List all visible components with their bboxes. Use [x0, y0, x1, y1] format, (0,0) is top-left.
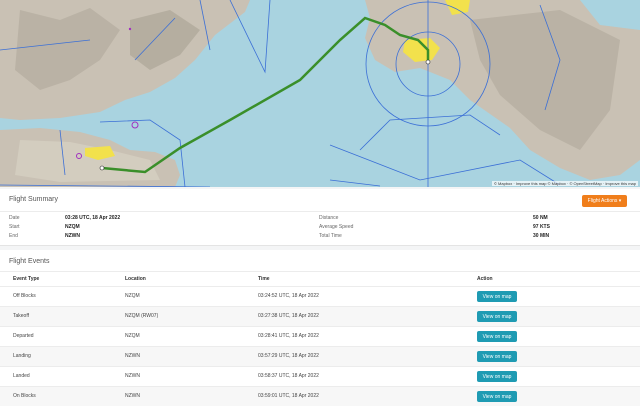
event-type: Off Blocks: [13, 293, 36, 299]
event-type: Landing: [13, 353, 31, 359]
flight-events-title: Flight Events: [9, 258, 50, 265]
summary-divider: [0, 211, 640, 212]
event-time: 03:59:01 UTC, 18 Apr 2022: [258, 393, 319, 399]
event-location: NZWN: [125, 373, 140, 379]
average-speed-label: Average Speed: [319, 224, 354, 230]
event-location: NZWN: [125, 353, 140, 359]
table-row: Departed NZQM 03:28:41 UTC, 18 Apr 2022 …: [0, 326, 640, 346]
event-type: Landed: [13, 373, 30, 379]
event-time: 03:27:38 UTC, 18 Apr 2022: [258, 313, 319, 319]
event-type: Departed: [13, 333, 34, 339]
flight-actions-button[interactable]: Flight Actions ▾: [582, 195, 627, 207]
view-on-map-button[interactable]: View on map: [477, 291, 517, 302]
event-time: 03:28:41 UTC, 18 Apr 2022: [258, 333, 319, 339]
event-type: Takeoff: [13, 313, 30, 319]
table-row: On Blocks NZWN 03:59:01 UTC, 18 Apr 2022…: [0, 386, 640, 406]
map-canvas: [0, 0, 640, 187]
distance-value: 50 NM: [533, 215, 548, 221]
view-on-map-button[interactable]: View on map: [477, 311, 517, 322]
column-location: Location: [125, 276, 146, 282]
table-row: Off Blocks NZQM 03:24:52 UTC, 18 Apr 202…: [0, 286, 640, 306]
events-divider: [0, 271, 640, 272]
event-time: 03:57:29 UTC, 18 Apr 2022: [258, 353, 319, 359]
start-value: NZQM: [65, 224, 80, 230]
table-row: Landed NZWN 03:58:37 UTC, 18 Apr 2022 Vi…: [0, 366, 640, 386]
date-label: Date: [9, 215, 20, 221]
view-on-map-button[interactable]: View on map: [477, 371, 517, 382]
event-location: NZQM: [125, 293, 140, 299]
flight-map[interactable]: © Mapbox · Improve this map © Mapbox · ©…: [0, 0, 640, 187]
flight-summary-panel: Flight Summary Flight Actions ▾ Date 03:…: [0, 189, 640, 246]
total-time-value: 30 MIN: [533, 233, 550, 239]
event-location: NZWN: [125, 393, 140, 399]
event-location: NZQM (RW07): [125, 313, 159, 319]
view-on-map-button[interactable]: View on map: [477, 351, 517, 362]
start-label: Start: [9, 224, 20, 230]
table-row: Takeoff NZQM (RW07) 03:27:38 UTC, 18 Apr…: [0, 306, 640, 326]
table-row: Landing NZWN 03:57:29 UTC, 18 Apr 2022 V…: [0, 346, 640, 366]
column-action: Action: [477, 276, 493, 282]
date-value: 03:28 UTC, 18 Apr 2022: [65, 215, 121, 221]
event-location: NZQM: [125, 333, 140, 339]
events-table-header: Event Type Location Time Action: [0, 274, 640, 284]
event-time: 03:58:37 UTC, 18 Apr 2022: [258, 373, 319, 379]
end-label: End: [9, 233, 18, 239]
view-on-map-button[interactable]: View on map: [477, 391, 517, 402]
total-time-label: Total Time: [319, 233, 342, 239]
end-value: NZWN: [65, 233, 80, 239]
column-time: Time: [258, 276, 270, 282]
flight-summary-title: Flight Summary: [9, 196, 59, 203]
map-attribution[interactable]: © Mapbox · Improve this map © Mapbox · ©…: [491, 181, 638, 186]
average-speed-value: 97 KTS: [533, 224, 550, 230]
flight-events-panel: Flight Events Event Type Location Time A…: [0, 250, 640, 417]
column-event-type: Event Type: [13, 276, 40, 282]
view-on-map-button[interactable]: View on map: [477, 331, 517, 342]
event-type: On Blocks: [13, 393, 36, 399]
event-time: 03:24:52 UTC, 18 Apr 2022: [258, 293, 319, 299]
distance-label: Distance: [319, 215, 339, 221]
